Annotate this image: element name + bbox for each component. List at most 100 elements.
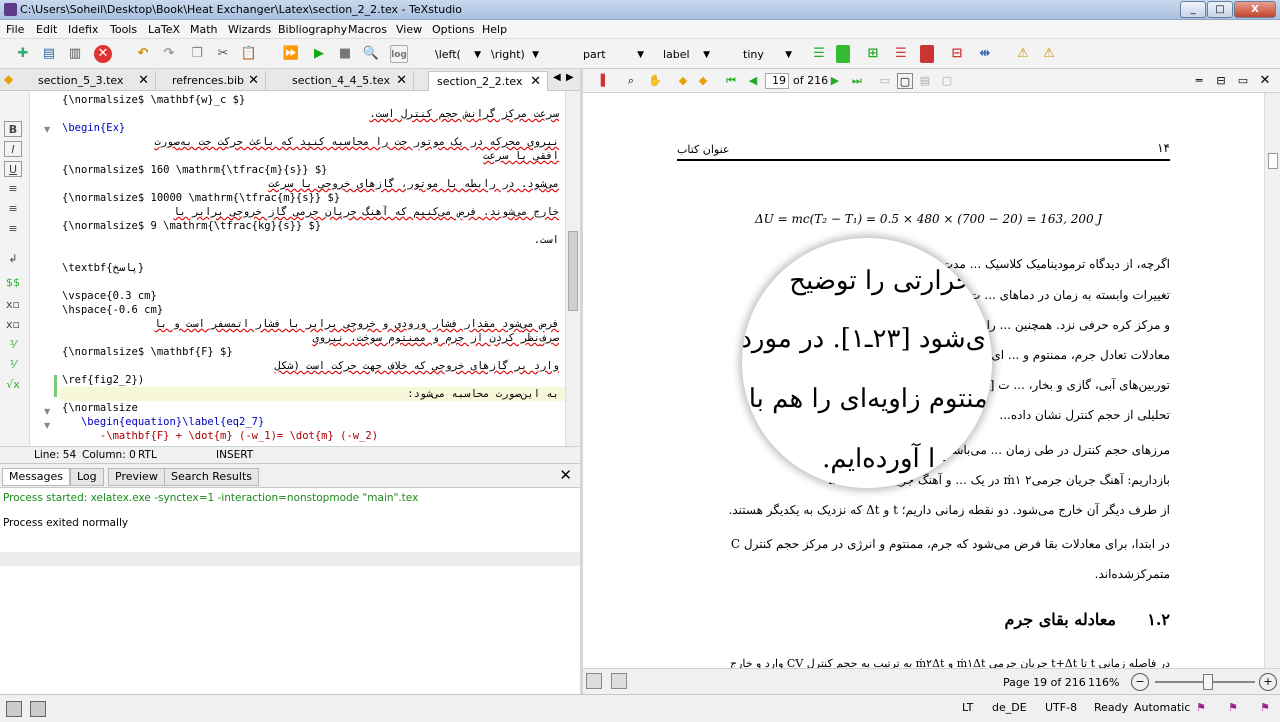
log-icon[interactable]: log [390,45,408,63]
newline-icon[interactable]: ↲ [4,251,22,267]
table-icon[interactable]: ☰ [810,45,828,63]
menu-edit[interactable]: Edit [36,23,57,36]
cut-icon[interactable]: ✂ [214,45,232,63]
dfrac-icon[interactable]: ⅟ [4,357,22,373]
encoding-selector[interactable]: UTF-8 [1045,701,1077,714]
close-file-icon[interactable]: ✕ [94,45,112,63]
sqrt-icon[interactable]: √x [4,377,22,393]
fit-page-icon[interactable]: ▢ [897,73,913,89]
tab-section-2-2[interactable]: section_2_2.tex ✕ [428,71,548,91]
insert-column-icon[interactable]: ⊞ [864,45,882,63]
maximize-button[interactable]: □ [1207,1,1233,18]
new-file-icon[interactable]: ✚ [14,45,32,63]
pdf-scrollbar[interactable] [1264,93,1280,668]
bad-box-icon[interactable]: ⚠ [1040,45,1058,63]
minimize-button[interactable]: _ [1180,1,1206,18]
label-combo[interactable]: label ▼ [658,44,714,64]
pdf-panel-icon[interactable] [586,673,602,689]
window-icon[interactable]: ▭ [1235,73,1251,89]
part-combo[interactable]: part ▼ [578,44,648,64]
hand-icon[interactable]: ✋ [647,73,663,89]
lt-icon[interactable]: LT [962,701,973,714]
save-icon[interactable]: ▤ [40,45,58,63]
redo-icon[interactable]: ↷ [160,45,178,63]
size-combo[interactable]: tiny ▼ [738,44,796,64]
fold-marker-icon[interactable]: ▼ [44,125,50,134]
menu-latex[interactable]: LaTeX [148,23,180,36]
superscript-icon[interactable]: x▫ [4,317,22,333]
code-editor[interactable]: {\normalsize$ \mathbf{w}_c $} سرعت مرکز … [60,91,565,446]
menu-file[interactable]: File [6,23,24,36]
italic-icon[interactable]: I [4,141,22,157]
status-automatic[interactable]: Automatic [1134,701,1190,714]
first-page-icon[interactable]: ⏮ [723,73,739,89]
delete-column-icon[interactable] [920,45,934,63]
align-left-icon[interactable]: ≡ [4,181,22,197]
tab-section-5-3[interactable]: section_5_3.tex ✕ [30,71,156,91]
close-icon[interactable]: ✕ [530,72,541,92]
paste-icon[interactable]: 📋 [240,45,258,63]
menu-view[interactable]: View [396,23,422,36]
menu-bibliography[interactable]: Bibliography [278,23,347,36]
grid-icon[interactable]: ▢ [939,73,955,89]
compile-icon[interactable]: ▶ [310,45,328,63]
bookmark-icon[interactable]: ⚑ [1228,701,1238,714]
fraction-icon[interactable]: ⅟ [4,337,22,353]
tab-preview[interactable]: Preview [108,468,165,486]
menu-wizards[interactable]: Wizards [228,23,271,36]
underline-icon[interactable]: U [4,161,22,177]
build-view-icon[interactable]: ⏩ [282,45,300,63]
copy-icon[interactable]: ❐ [188,45,206,63]
fold-marker-icon[interactable]: ▼ [44,421,50,430]
right-delimiter-combo[interactable]: \right) ▼ [488,44,543,64]
editor-scrollbar[interactable] [565,91,580,446]
prev-page-icon[interactable]: ◀ [745,73,761,89]
delete-row-icon[interactable]: ☰ [892,45,910,63]
forward-icon[interactable]: ◆ [695,73,711,89]
close-button[interactable]: X [1234,1,1276,18]
bookmark-icon[interactable]: ⚑ [1196,701,1206,714]
menu-idefix[interactable]: Idefix [68,23,98,36]
collapse-icon[interactable]: ═ [1191,73,1207,89]
zoom-out-icon[interactable]: − [1131,673,1149,691]
last-page-icon[interactable]: ⏭ [849,73,865,89]
pdf-sync-icon[interactable]: ▌ [597,73,613,89]
tab-scroll-left-icon[interactable]: ◀ [553,72,561,83]
close-icon[interactable]: ✕ [138,71,149,91]
tab-search-results[interactable]: Search Results [164,468,260,486]
bookmark-icon[interactable]: ◆ [4,72,13,86]
magnifier-lens[interactable]: حرارتی را توضیح ی‌شود [۲۳ـ۱]. در مورد من… [742,238,992,488]
language-selector[interactable]: de_DE [992,701,1027,714]
menu-macros[interactable]: Macros [348,23,387,36]
structure-toggle-icon[interactable] [6,701,22,717]
tab-refrences-bib[interactable]: refrences.bib ✕ [164,71,266,91]
tab-messages[interactable]: Messages [2,468,70,486]
align-center-icon[interactable]: ≡ [4,201,22,217]
fold-marker-icon[interactable]: ▼ [44,407,50,416]
continuous-icon[interactable]: ▤ [917,73,933,89]
tab-log[interactable]: Log [70,468,104,486]
menu-tools[interactable]: Tools [110,23,137,36]
stop-icon[interactable]: ■ [336,45,354,63]
tab-section-4-4-5[interactable]: section_4_4_5.tex ✕ [284,71,414,91]
menu-help[interactable]: Help [482,23,507,36]
fit-width-icon[interactable]: ▭ [877,73,893,89]
page-input[interactable]: 19 [765,73,789,89]
zoom-slider-handle[interactable] [1203,674,1213,690]
restore-icon[interactable]: ⊟ [1213,73,1229,89]
close-icon[interactable]: ✕ [248,71,259,91]
undo-icon[interactable]: ↶ [134,45,152,63]
menu-options[interactable]: Options [432,23,474,36]
tab-scroll-right-icon[interactable]: ▶ [566,72,574,83]
bookmark-icon[interactable]: ⚑ [1260,701,1270,714]
close-icon[interactable]: ✕ [396,71,407,91]
close-icon[interactable]: ✕ [559,466,572,484]
back-icon[interactable]: ◆ [675,73,691,89]
warning-icon[interactable]: ⚠ [1014,45,1032,63]
zoom-level[interactable]: 116% [1088,676,1119,689]
menu-math[interactable]: Math [190,23,218,36]
math-mode-icon[interactable]: $$ [4,275,22,291]
scrollbar-thumb[interactable] [1268,153,1278,169]
zoom-in-icon[interactable]: + [1259,673,1277,691]
search-icon[interactable]: ⌕ [623,73,639,89]
